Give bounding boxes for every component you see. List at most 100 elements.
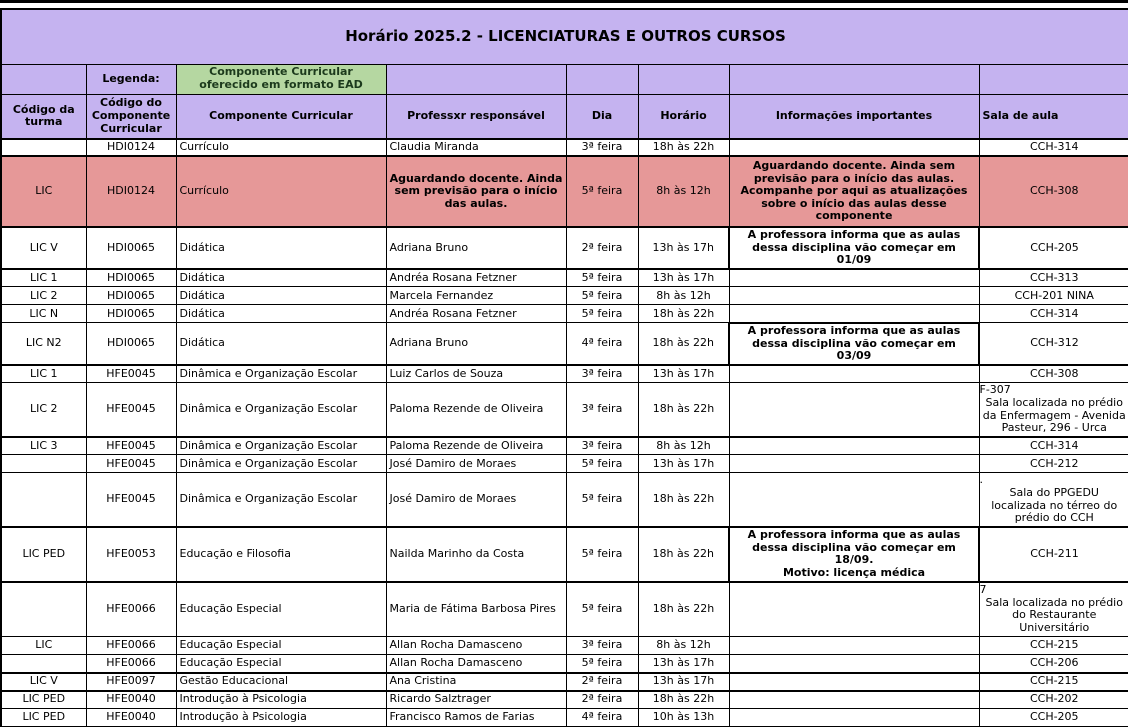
legend-empty-cell bbox=[1, 64, 86, 94]
cell-codigo-componente: HFE0066 bbox=[86, 582, 176, 637]
cell-turma: LIC 2 bbox=[1, 287, 86, 305]
cell-informacoes bbox=[729, 709, 979, 727]
cell-horario: 8h às 12h bbox=[638, 637, 729, 655]
column-header-horario: Horário bbox=[638, 94, 729, 139]
cell-sala: CCH-314 bbox=[979, 437, 1128, 455]
cell-turma: LIC 1 bbox=[1, 269, 86, 287]
cell-sala: CCH-211 bbox=[979, 527, 1128, 582]
cell-codigo-componente: HFE0066 bbox=[86, 655, 176, 673]
cell-codigo-componente: HFE0040 bbox=[86, 709, 176, 727]
cell-dia: 2ª feira bbox=[566, 227, 638, 269]
cell-sala: CCH-308 bbox=[979, 365, 1128, 383]
cell-sala: CCH-313 bbox=[979, 269, 1128, 287]
legend-empty-cell bbox=[638, 64, 729, 94]
cell-dia: 5ª feira bbox=[566, 156, 638, 227]
cell-dia: 3ª feira bbox=[566, 365, 638, 383]
cell-turma: LIC 1 bbox=[1, 365, 86, 383]
column-header-dia: Dia bbox=[566, 94, 638, 139]
cell-informacoes bbox=[729, 139, 979, 156]
sala-room-number: 7 bbox=[980, 584, 1127, 597]
legend-label: Legenda: bbox=[86, 64, 176, 94]
header-row: Código da turma Código do Componente Cur… bbox=[1, 94, 1128, 139]
cell-professor: Allan Rocha Damasceno bbox=[386, 655, 566, 673]
column-header-professor: Professxr responsável bbox=[386, 94, 566, 139]
cell-professor: Paloma Rezende de Oliveira bbox=[386, 383, 566, 437]
cell-turma: LIC PED bbox=[1, 527, 86, 582]
cell-dia: 3ª feira bbox=[566, 383, 638, 437]
cell-sala: CCH-206 bbox=[979, 655, 1128, 673]
cell-professor: José Damiro de Moraes bbox=[386, 473, 566, 527]
table-row: HFE0045Dinâmica e Organização EscolarJos… bbox=[1, 473, 1128, 527]
cell-horario: 18h às 22h bbox=[638, 323, 729, 365]
sala-location-note: Sala localizada no prédio do Restaurante… bbox=[983, 597, 1127, 635]
cell-turma: LIC N2 bbox=[1, 323, 86, 365]
cell-informacoes bbox=[729, 383, 979, 437]
cell-professor: Claudia Miranda bbox=[386, 139, 566, 156]
table-row: LIC PEDHFE0053Educação e FilosofiaNailda… bbox=[1, 527, 1128, 582]
table-row: LIC VHFE0097Gestão EducacionalAna Cristi… bbox=[1, 673, 1128, 691]
column-header-componente: Componente Curricular bbox=[176, 94, 386, 139]
cell-professor: Ricardo Salztrager bbox=[386, 691, 566, 709]
column-header-informacoes: Informações importantes bbox=[729, 94, 979, 139]
cell-dia: 4ª feira bbox=[566, 709, 638, 727]
cell-professor: José Damiro de Moraes bbox=[386, 455, 566, 473]
title-row: Horário 2025.2 - LICENCIATURAS E OUTROS … bbox=[1, 9, 1128, 64]
cell-horario: 8h às 12h bbox=[638, 156, 729, 227]
cell-componente: Introdução à Psicologia bbox=[176, 691, 386, 709]
cell-horario: 18h às 22h bbox=[638, 473, 729, 527]
cell-codigo-componente: HDI0065 bbox=[86, 269, 176, 287]
cell-sala: CCH-205 bbox=[979, 709, 1128, 727]
cell-sala: CCH-314 bbox=[979, 139, 1128, 156]
cell-informacoes bbox=[729, 365, 979, 383]
cell-sala: CCH-308 bbox=[979, 156, 1128, 227]
cell-professor: Paloma Rezende de Oliveira bbox=[386, 437, 566, 455]
column-header-turma: Código da turma bbox=[1, 94, 86, 139]
cell-componente: Introdução à Psicologia bbox=[176, 709, 386, 727]
cell-professor: Luiz Carlos de Souza bbox=[386, 365, 566, 383]
cell-professor: Adriana Bruno bbox=[386, 227, 566, 269]
sala-location-note: Sala do PPGEDU localizada no térreo do p… bbox=[983, 487, 1127, 525]
cell-dia: 2ª feira bbox=[566, 673, 638, 691]
table-row: LICHDI0124CurrículoAguardando docente. A… bbox=[1, 156, 1128, 227]
cell-informacoes bbox=[729, 655, 979, 673]
cell-dia: 5ª feira bbox=[566, 455, 638, 473]
legend-empty-cell bbox=[979, 64, 1128, 94]
cell-componente: Didática bbox=[176, 305, 386, 323]
cell-componente: Educação Especial bbox=[176, 637, 386, 655]
cell-componente: Dinâmica e Organização Escolar bbox=[176, 365, 386, 383]
cell-codigo-componente: HFE0045 bbox=[86, 437, 176, 455]
cell-turma: LIC 2 bbox=[1, 383, 86, 437]
cell-dia: 5ª feira bbox=[566, 305, 638, 323]
cell-horario: 13h às 17h bbox=[638, 227, 729, 269]
cell-informacoes bbox=[729, 673, 979, 691]
schedule-sheet: Horário 2025.2 - LICENCIATURAS E OUTROS … bbox=[0, 0, 1128, 727]
cell-turma: LIC 3 bbox=[1, 437, 86, 455]
cell-horario: 18h às 22h bbox=[638, 691, 729, 709]
cell-professor: Adriana Bruno bbox=[386, 323, 566, 365]
cell-turma bbox=[1, 455, 86, 473]
cell-horario: 13h às 17h bbox=[638, 455, 729, 473]
cell-codigo-componente: HDI0065 bbox=[86, 227, 176, 269]
cell-horario: 13h às 17h bbox=[638, 269, 729, 287]
legend-row: Legenda: Componente Curricular oferecido… bbox=[1, 64, 1128, 94]
legend-empty-cell bbox=[386, 64, 566, 94]
cell-informacoes bbox=[729, 473, 979, 527]
cell-informacoes bbox=[729, 437, 979, 455]
cell-informacoes bbox=[729, 637, 979, 655]
legend-ead-cell: Componente Curricular oferecido em forma… bbox=[176, 64, 386, 94]
cell-horario: 13h às 17h bbox=[638, 673, 729, 691]
cell-componente: Didática bbox=[176, 227, 386, 269]
cell-turma bbox=[1, 139, 86, 156]
table-row: LIC PEDHFE0040Introdução à PsicologiaRic… bbox=[1, 691, 1128, 709]
cell-turma: LIC V bbox=[1, 227, 86, 269]
cell-horario: 18h às 22h bbox=[638, 527, 729, 582]
cell-sala: CCH-201 NINA bbox=[979, 287, 1128, 305]
cell-horario: 13h às 17h bbox=[638, 365, 729, 383]
cell-professor: Francisco Ramos de Farias bbox=[386, 709, 566, 727]
cell-dia: 5ª feira bbox=[566, 473, 638, 527]
table-row: LIC 1HFE0045Dinâmica e Organização Escol… bbox=[1, 365, 1128, 383]
cell-codigo-componente: HDI0124 bbox=[86, 139, 176, 156]
cell-turma: LIC N bbox=[1, 305, 86, 323]
cell-informacoes bbox=[729, 691, 979, 709]
cell-horario: 18h às 22h bbox=[638, 305, 729, 323]
